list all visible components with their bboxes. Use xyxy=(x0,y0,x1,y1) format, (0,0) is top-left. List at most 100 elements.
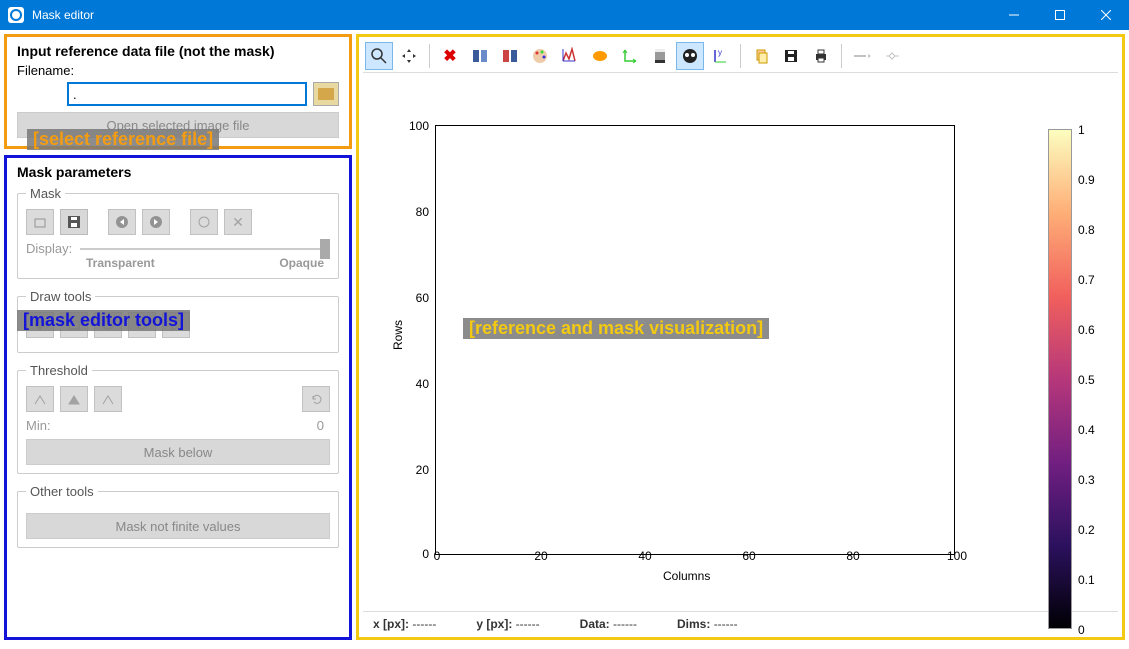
threshold-group: Threshold Min: Mask below xyxy=(17,363,339,474)
flip-h-button[interactable] xyxy=(466,42,494,70)
print-button[interactable] xyxy=(807,42,835,70)
y-tick: 20 xyxy=(399,463,429,477)
cb-tick: 0.1 xyxy=(1078,573,1108,587)
min-value-field[interactable] xyxy=(51,418,330,433)
x-icon: ✕ xyxy=(232,214,244,231)
histogram-button[interactable] xyxy=(556,42,584,70)
ghost-overlay-button[interactable] xyxy=(676,42,704,70)
save-disk-icon xyxy=(783,48,799,64)
undo-button[interactable] xyxy=(108,209,136,235)
transparent-label: Transparent xyxy=(86,256,155,270)
status-x-label: x [px]: xyxy=(373,617,409,631)
flip-h-icon xyxy=(471,47,489,65)
other-tools-group: Other tools Mask not finite values xyxy=(17,484,339,548)
magnifier-icon xyxy=(370,47,388,65)
log-axis-button[interactable]: y xyxy=(706,42,734,70)
filename-input[interactable] xyxy=(67,82,307,106)
marker-icon xyxy=(884,51,900,61)
axes-icon xyxy=(622,48,638,64)
svg-text:y: y xyxy=(718,48,722,57)
invert-button[interactable] xyxy=(190,209,218,235)
x-tick: 40 xyxy=(625,549,665,563)
line-icon xyxy=(852,51,872,61)
cb-tick: 0.7 xyxy=(1078,273,1108,287)
peak-icon xyxy=(33,392,47,406)
viz-annotation: [reference and mask visualization] xyxy=(463,318,769,339)
opaque-label: Opaque xyxy=(279,256,324,270)
oval-icon xyxy=(591,49,609,63)
mask-face-icon xyxy=(681,47,699,65)
marker-style-button[interactable] xyxy=(878,42,906,70)
printer-icon xyxy=(813,48,829,64)
visualization-section: ✖ y [ xyxy=(356,34,1125,640)
main-area: Input reference data file (not the mask)… xyxy=(0,30,1129,644)
contrast-button[interactable] xyxy=(646,42,674,70)
status-x-value: ------ xyxy=(412,617,436,631)
arrow-left-icon xyxy=(115,215,129,229)
cb-tick: 0.6 xyxy=(1078,323,1108,337)
palette-icon xyxy=(531,47,549,65)
delete-roi-button[interactable]: ✖ xyxy=(436,42,464,70)
threshold-reset-button[interactable] xyxy=(302,386,330,412)
log-axis-icon: y xyxy=(712,48,728,64)
y-tick: 80 xyxy=(399,205,429,219)
y-tick: 100 xyxy=(399,119,429,133)
reference-file-section: Input reference data file (not the mask)… xyxy=(4,34,352,149)
cb-tick: 0.8 xyxy=(1078,223,1108,237)
colorbar xyxy=(1048,129,1072,629)
cb-tick: 0.9 xyxy=(1078,173,1108,187)
cb-tick: 0.4 xyxy=(1078,423,1108,437)
pan-tool-button[interactable] xyxy=(395,42,423,70)
clear-button[interactable]: ✕ xyxy=(224,209,252,235)
redo-button[interactable] xyxy=(142,209,170,235)
copy-button[interactable] xyxy=(747,42,775,70)
x-tick: 80 xyxy=(833,549,873,563)
draw-legend: Draw tools xyxy=(26,289,95,304)
contrast-bar-icon xyxy=(653,47,667,65)
reference-annotation: [select reference file] xyxy=(27,129,219,150)
open-mask-button[interactable] xyxy=(26,209,54,235)
plot-toolbar: ✖ y xyxy=(363,39,1118,73)
min-label: Min: xyxy=(26,418,51,433)
y-tick: 60 xyxy=(399,291,429,305)
mask-legend: Mask xyxy=(26,186,65,201)
flip-v-button[interactable] xyxy=(496,42,524,70)
line-style-button[interactable] xyxy=(848,42,876,70)
save-icon xyxy=(67,215,81,229)
status-dims-label: Dims: xyxy=(677,617,710,631)
arrow-right-icon xyxy=(149,215,163,229)
maximize-button[interactable] xyxy=(1037,0,1083,30)
folder-open-icon xyxy=(33,215,47,229)
pan-icon xyxy=(401,48,417,64)
window-title: Mask editor xyxy=(32,8,94,22)
y-axis-label: Rows xyxy=(391,320,405,350)
status-data-label: Data: xyxy=(580,617,610,631)
threshold-mode1-button[interactable] xyxy=(26,386,54,412)
colormap-button[interactable] xyxy=(526,42,554,70)
axes-button[interactable] xyxy=(616,42,644,70)
status-y-value: ------ xyxy=(516,617,540,631)
mask-nonfinite-button[interactable]: Mask not finite values xyxy=(26,513,330,539)
mask-below-button[interactable]: Mask below xyxy=(26,439,330,465)
opacity-slider[interactable] xyxy=(80,245,330,253)
undo-arrow-icon xyxy=(309,392,323,406)
status-dims-value: ------ xyxy=(714,617,738,631)
peak-filled-icon xyxy=(67,392,81,406)
zoom-tool-button[interactable] xyxy=(365,42,393,70)
x-tick: 20 xyxy=(521,549,561,563)
threshold-mode2-button[interactable] xyxy=(60,386,88,412)
browse-button[interactable] xyxy=(313,82,339,106)
mask-group: Mask ✕ Display: xyxy=(17,186,339,279)
threshold-legend: Threshold xyxy=(26,363,92,378)
minimize-button[interactable] xyxy=(991,0,1037,30)
display-label: Display: xyxy=(26,241,72,256)
threshold-mode3-button[interactable] xyxy=(94,386,122,412)
plot-area[interactable] xyxy=(435,125,955,555)
right-panel: ✖ y [ xyxy=(356,34,1125,640)
window-controls xyxy=(991,0,1129,30)
close-button[interactable] xyxy=(1083,0,1129,30)
save-plot-button[interactable] xyxy=(777,42,805,70)
mask-overlay-button[interactable] xyxy=(586,42,614,70)
plot-main: [reference and mask visualization] Rows … xyxy=(363,73,1028,611)
save-mask-button[interactable] xyxy=(60,209,88,235)
